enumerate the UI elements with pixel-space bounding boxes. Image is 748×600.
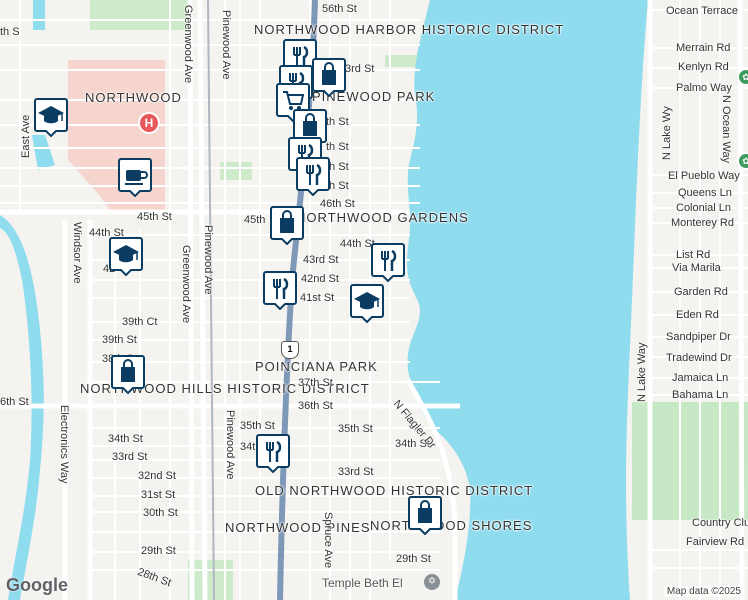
park-bottom bbox=[188, 560, 233, 600]
map-pin-school[interactable] bbox=[109, 236, 143, 277]
school-icon bbox=[350, 284, 384, 324]
street-garden: Garden Rd bbox=[674, 286, 728, 298]
pond-top bbox=[33, 0, 45, 30]
street-n-lake-way: N Lake Way bbox=[636, 342, 648, 402]
street-sandpiper: Sandpiper Dr bbox=[666, 331, 731, 343]
park-icon-top[interactable]: ✿ bbox=[737, 68, 748, 86]
map-pin-restaurant[interactable] bbox=[296, 156, 330, 197]
map-pin-restaurant[interactable] bbox=[263, 270, 297, 311]
street-windsor: Windsor Ave bbox=[71, 222, 83, 284]
street-51st: th St bbox=[326, 116, 349, 128]
street-kenlyn: Kenlyn Rd bbox=[678, 61, 729, 73]
street-eden: Eden Rd bbox=[676, 309, 719, 321]
street-46th: 46th St bbox=[320, 198, 355, 210]
map-pin-shopping-bag[interactable] bbox=[408, 495, 442, 536]
street-33rd-b: 33rd St bbox=[338, 466, 374, 478]
restaurant-icon bbox=[296, 157, 330, 197]
map-pin-restaurant[interactable] bbox=[371, 242, 405, 283]
street-el-pueblo: El Pueblo Way bbox=[668, 170, 740, 182]
map-pin-school[interactable] bbox=[34, 97, 68, 138]
street-32nd: 32nd St bbox=[138, 470, 176, 482]
street-spruce: Spruce Ave bbox=[322, 512, 334, 569]
street-29th: 29th St bbox=[141, 545, 176, 557]
label-poinciana-park: POINCIANA PARK bbox=[255, 359, 378, 374]
street-30th: 30th St bbox=[143, 507, 178, 519]
street-56th: 56th St bbox=[322, 3, 357, 15]
shopping-bag-icon bbox=[312, 58, 346, 98]
street-merrain: Merrain Rd bbox=[676, 42, 731, 54]
label-northwood-gardens: NORTHWOOD GARDENS bbox=[296, 210, 469, 225]
restaurant-icon bbox=[256, 434, 290, 474]
street-ocean-terrace: Ocean Terrace bbox=[666, 5, 738, 17]
street-country-club: Country Clu bbox=[692, 517, 748, 529]
hospital-icon[interactable]: H bbox=[138, 112, 160, 134]
street-tradewind: Tradewind Dr bbox=[666, 352, 732, 364]
label-old-northwood: OLD NORTHWOOD HISTORIC DISTRICT bbox=[255, 483, 532, 498]
label-northwood-harbor: NORTHWOOD HARBOR HISTORIC DISTRICT bbox=[254, 22, 563, 37]
street-44th-right: 44th St bbox=[340, 238, 375, 250]
street-palmo: Palmo Way bbox=[676, 82, 732, 94]
street-bahama: Bahama Ln bbox=[672, 389, 729, 401]
street-pinewood-3: Pinewood Ave bbox=[224, 410, 236, 480]
map-attribution: Map data ©2025 bbox=[663, 586, 744, 597]
street-fairview: Fairview Rd bbox=[686, 536, 745, 548]
street-via-marila: Via Marila bbox=[672, 262, 721, 274]
street-36th: 36th St bbox=[298, 400, 333, 412]
street-queens: Queens Ln bbox=[678, 187, 732, 199]
shopping-bag-icon bbox=[408, 496, 442, 536]
street-35th: 35th St bbox=[338, 423, 373, 435]
street-n-ocean-way: N Ocean Way bbox=[720, 95, 732, 164]
street-33rd: 33rd St bbox=[112, 451, 148, 463]
map-pin-restaurant[interactable] bbox=[256, 433, 290, 474]
restaurant-icon bbox=[263, 271, 297, 311]
map-pin-cafe[interactable] bbox=[118, 157, 152, 198]
street-49th: th St bbox=[326, 141, 349, 153]
street-45th-left: 45th St bbox=[137, 211, 172, 223]
street-n-lake-wy: N Lake Wy bbox=[661, 106, 673, 160]
street-35th-b: 35th St bbox=[240, 420, 275, 432]
street-pinewood-2: Pinewood Ave bbox=[202, 225, 214, 295]
cafe-icon bbox=[118, 158, 152, 198]
shopping-bag-icon bbox=[111, 355, 145, 395]
street-31st: 31st St bbox=[141, 489, 176, 501]
street-41st: 41st St bbox=[300, 292, 335, 304]
street-east: East Ave bbox=[20, 114, 32, 158]
restaurant-icon bbox=[371, 243, 405, 283]
street-53rd: 3rd St bbox=[345, 63, 375, 75]
street-43rd: 43rd St bbox=[303, 254, 339, 266]
map-pin-shopping-bag[interactable] bbox=[312, 57, 346, 98]
google-logo: Google bbox=[6, 575, 68, 595]
park-icon-mid[interactable]: ✿ bbox=[737, 152, 748, 170]
street-34th: 34th St bbox=[108, 433, 143, 445]
street-greenwood-1: Greenwood Ave bbox=[182, 5, 194, 84]
street-th-s: th S bbox=[0, 26, 20, 38]
street-37th: 37th St bbox=[298, 377, 333, 389]
street-colonial: Colonial Ln bbox=[676, 202, 732, 214]
school-icon bbox=[109, 237, 143, 277]
park-top bbox=[90, 0, 190, 30]
us-route-shield: 1 bbox=[281, 341, 299, 359]
street-39th: 39th St bbox=[102, 334, 137, 346]
street-electronics: Electronics Way bbox=[58, 405, 70, 484]
map-pin-shopping-bag[interactable] bbox=[111, 354, 145, 395]
map-pin-school[interactable] bbox=[350, 283, 384, 324]
street-jamaica: Jamaica Ln bbox=[672, 372, 729, 384]
street-list: List Rd bbox=[676, 249, 711, 261]
street-greenwood-2: Greenwood Ave bbox=[180, 245, 192, 324]
street-42nd: 42nd St bbox=[301, 273, 339, 285]
street-29th-b: 29th St bbox=[396, 553, 431, 565]
school-icon bbox=[34, 98, 68, 138]
street-36th-left: 6th St bbox=[0, 396, 29, 408]
street-pinewood-1: Pinewood Ave bbox=[220, 10, 232, 80]
street-monterey: Monterey Rd bbox=[671, 217, 734, 229]
map-pin-shopping-bag[interactable] bbox=[270, 205, 304, 246]
temple-icon[interactable]: ✡ bbox=[424, 574, 440, 590]
poi-temple-beth-el: Temple Beth El bbox=[322, 576, 403, 590]
street-45th-right: 45th bbox=[244, 214, 266, 226]
label-northwood-pines: NORTHWOOD PINES bbox=[225, 520, 371, 535]
shopping-bag-icon bbox=[270, 206, 304, 246]
label-northwood: NORTHWOOD bbox=[85, 90, 182, 105]
street-39th-ct: 39th Ct bbox=[122, 316, 158, 328]
